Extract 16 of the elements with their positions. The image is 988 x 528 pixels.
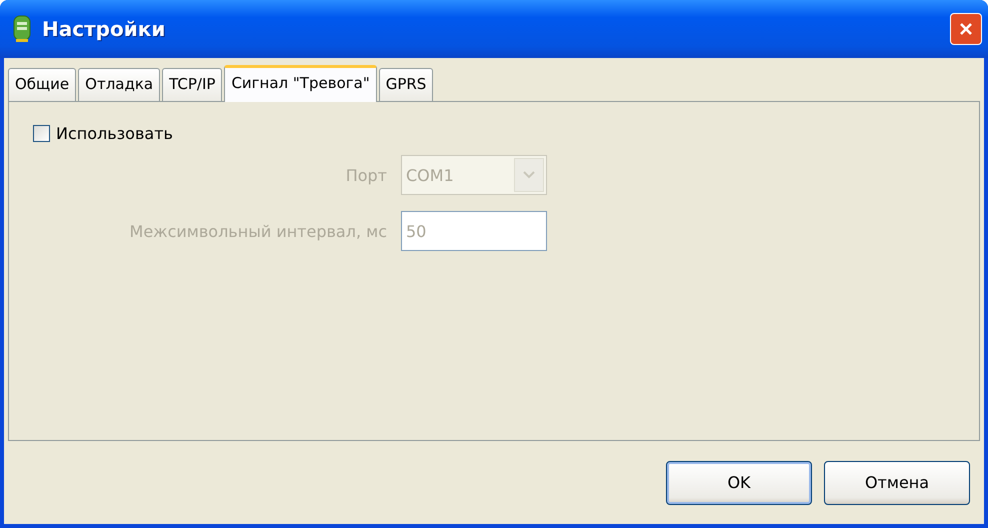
tab[interactable]: Отладка <box>78 68 160 101</box>
dialog-button[interactable]: Отмена <box>824 460 970 504</box>
tab[interactable]: Сигнал "Тревога" <box>224 65 377 102</box>
tab[interactable]: GPRS <box>378 68 434 101</box>
dialog-button[interactable]: OK <box>666 460 812 504</box>
close-icon <box>958 21 974 37</box>
app-icon <box>12 15 32 43</box>
close-button[interactable] <box>950 13 982 45</box>
tab[interactable]: Общие <box>8 68 76 101</box>
chevron-down-icon <box>523 171 535 179</box>
checkbox[interactable] <box>33 125 50 142</box>
tab[interactable]: TCP/IP <box>162 68 222 101</box>
window-title: Настройки <box>42 17 166 41</box>
field-label: Межсимвольный интервал, мс <box>128 222 387 240</box>
checkbox-label[interactable]: Использовать <box>56 124 173 143</box>
field-label: Порт <box>344 166 387 184</box>
